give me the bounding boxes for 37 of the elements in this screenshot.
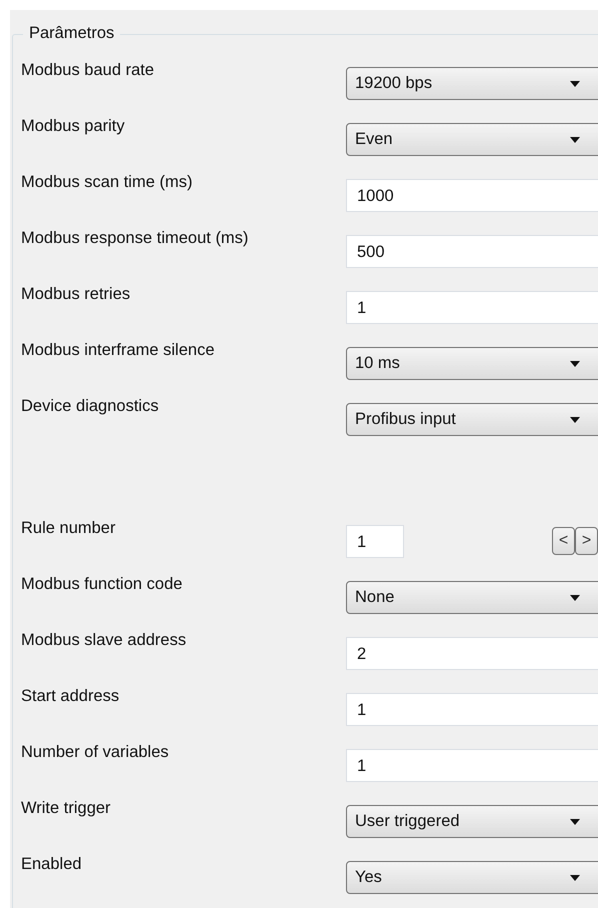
field-label: Number of variables (20, 743, 170, 762)
dropdown-arrow-icon (570, 81, 580, 87)
dropdown-arrow-icon (570, 595, 580, 601)
dropdown[interactable]: Yes (346, 861, 598, 894)
input-field[interactable]: 500 (346, 235, 598, 268)
field-label: Modbus function code (20, 575, 184, 594)
field-label: Modbus slave address (20, 631, 188, 650)
field-label: Modbus retries (20, 285, 132, 304)
dropdown[interactable]: Profibus input (346, 403, 598, 436)
field-label: Write trigger (20, 799, 112, 818)
input-field[interactable]: 1 (346, 291, 598, 324)
dropdown[interactable]: User triggered (346, 805, 598, 838)
input-field[interactable]: 1 (346, 525, 404, 558)
input-field[interactable]: 1000 (346, 179, 598, 212)
field-label: Modbus response timeout (ms) (20, 229, 250, 248)
dropdown-arrow-icon (570, 417, 580, 423)
input-field[interactable]: 1 (346, 749, 598, 782)
field-label: Modbus parity (20, 117, 126, 136)
dropdown[interactable]: Even (346, 123, 598, 156)
input-field[interactable]: 2 (346, 637, 598, 670)
dropdown[interactable]: 19200 bps (346, 67, 598, 100)
field-label: Device diagnostics (20, 397, 160, 416)
field-label: Enabled (20, 855, 83, 874)
field-label: Modbus interframe silence (20, 341, 216, 360)
field-label: Start address (20, 687, 120, 706)
dropdown-arrow-icon (570, 137, 580, 143)
field-label: Rule number (20, 519, 116, 538)
field-label: Modbus scan time (ms) (20, 173, 194, 192)
dropdown-arrow-icon (570, 819, 580, 825)
dropdown-arrow-icon (570, 875, 580, 881)
field-label: Modbus baud rate (20, 61, 156, 80)
previous-button[interactable]: < (552, 527, 575, 555)
input-field[interactable]: 1 (346, 693, 598, 726)
dropdown[interactable]: None (346, 581, 598, 614)
dropdown[interactable]: 10 ms (346, 347, 598, 380)
dropdown-arrow-icon (570, 361, 580, 367)
next-button[interactable]: > (575, 527, 598, 555)
